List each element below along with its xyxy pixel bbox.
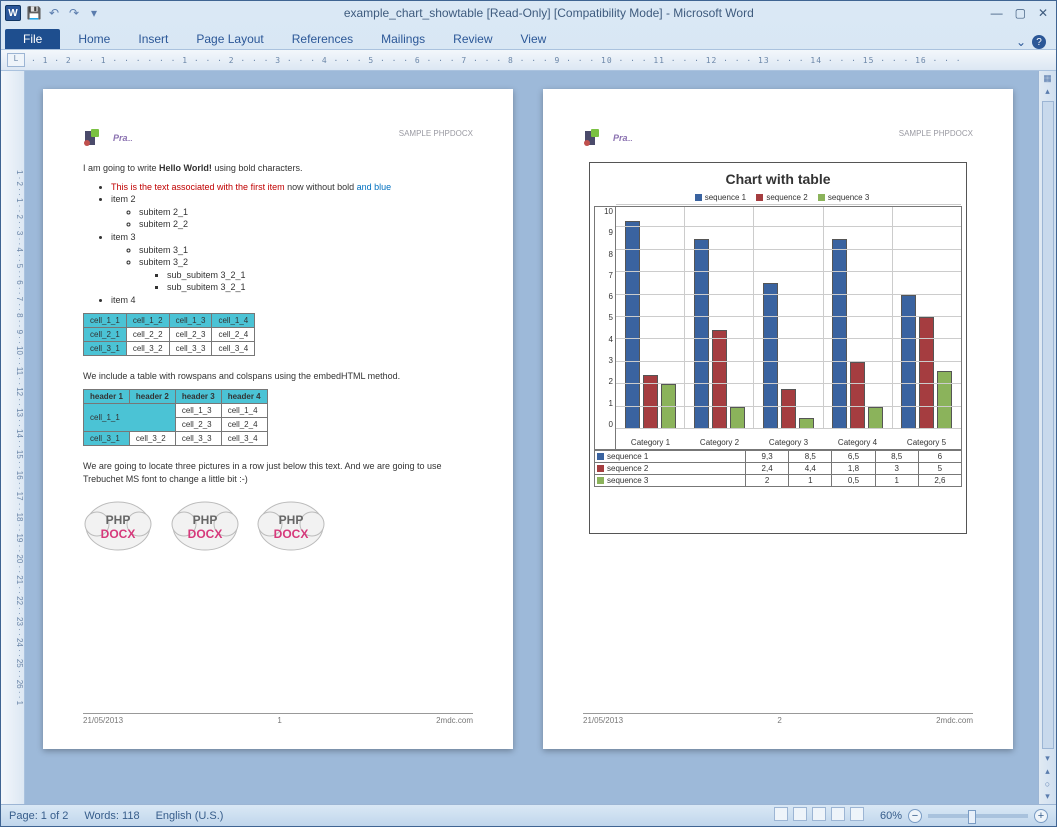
- chart: Chart with table sequence 1 sequence 2 s…: [589, 162, 967, 534]
- help-icon[interactable]: ?: [1032, 35, 1046, 49]
- scrollbar-thumb[interactable]: [1042, 101, 1054, 749]
- page-footer: 21/05/201312mdc.com: [83, 713, 473, 725]
- page-header: Pra... SAMPLE PHPDOCX: [583, 129, 973, 148]
- document-area: 1 · 2 · · 1 · · 2 · · 3 · · 4 · · 5 · · …: [1, 71, 1056, 804]
- status-language[interactable]: English (U.S.): [156, 810, 224, 822]
- app-window: W 💾 ↶ ↷ ▾ example_chart_showtable [Read-…: [0, 0, 1057, 827]
- zoom-out-icon[interactable]: −: [908, 809, 922, 823]
- tab-review[interactable]: Review: [443, 29, 502, 49]
- table-2: header 1header 2header 3header 4 cell_1_…: [83, 389, 268, 447]
- header-logo: Pra...: [83, 129, 133, 147]
- status-bar: Page: 1 of 2 Words: 118 English (U.S.) 6…: [1, 804, 1056, 826]
- table-1: cell_1_1cell_1_2cell_1_3cell_1_4 cell_2_…: [83, 313, 255, 357]
- tab-selector-icon[interactable]: L: [7, 53, 25, 67]
- intro-paragraph: I am going to write Hello World! using b…: [83, 162, 473, 175]
- svg-text:DOCX: DOCX: [187, 527, 222, 541]
- window-title: example_chart_showtable [Read-Only] [Com…: [107, 6, 991, 20]
- undo-icon[interactable]: ↶: [47, 6, 61, 20]
- list-item: item 3 subitem 3_1subitem 3_2 sub_subite…: [111, 231, 473, 294]
- redo-icon[interactable]: ↷: [67, 6, 81, 20]
- list-item: This is the text associated with the fir…: [111, 181, 473, 194]
- svg-text:DOCX: DOCX: [101, 527, 136, 541]
- status-page[interactable]: Page: 1 of 2: [9, 810, 68, 822]
- print-layout-view-icon[interactable]: [774, 807, 788, 821]
- header-sample-text: SAMPLE PHPDOCX: [899, 129, 973, 147]
- tab-insert[interactable]: Insert: [128, 29, 178, 49]
- zoom-slider[interactable]: [928, 814, 1028, 818]
- browse-object-icon[interactable]: ○: [1045, 779, 1050, 789]
- page-2: Pra... SAMPLE PHPDOCX Chart with table s…: [543, 89, 1013, 749]
- ruler-ticks: · 1 · 2 · · 1 · · · · · · 1 · · · 2 · · …: [31, 56, 1056, 65]
- status-words[interactable]: Words: 118: [84, 810, 139, 822]
- outline-view-icon[interactable]: [831, 807, 845, 821]
- zoom-in-icon[interactable]: +: [1034, 809, 1048, 823]
- titlebar: W 💾 ↶ ↷ ▾ example_chart_showtable [Read-…: [1, 1, 1056, 25]
- svg-text:PHP: PHP: [279, 513, 304, 527]
- word-app-icon: W: [5, 5, 21, 21]
- chart-legend: sequence 1 sequence 2 sequence 3: [594, 193, 962, 202]
- tab-view[interactable]: View: [511, 29, 557, 49]
- fullscreen-reading-view-icon[interactable]: [793, 807, 807, 821]
- tab-mailings[interactable]: Mailings: [371, 29, 435, 49]
- chart-data-table: sequence 1 9,38,56,58,56 sequence 2 2,44…: [594, 450, 962, 487]
- minimize-ribbon-icon[interactable]: ⌄: [1016, 35, 1026, 49]
- phpdocx-logo-icon: PHPDOCX: [83, 496, 153, 556]
- elephant-row: PHPDOCX PHPDOCX PHPDOCX: [83, 496, 473, 560]
- qat-dropdown-icon[interactable]: ▾: [87, 6, 101, 20]
- view-buttons: [772, 807, 864, 824]
- list-item: item 2 subitem 2_1subitem 2_2: [111, 193, 473, 231]
- phpdocx-logo-icon: PHPDOCX: [170, 496, 240, 556]
- draft-view-icon[interactable]: [850, 807, 864, 821]
- svg-text:PHP: PHP: [192, 513, 217, 527]
- chart-title: Chart with table: [594, 171, 962, 187]
- svg-text:PHP: PHP: [106, 513, 131, 527]
- minimize-icon[interactable]: —: [991, 6, 1003, 20]
- tab-page-layout[interactable]: Page Layout: [186, 29, 273, 49]
- scroll-down-icon[interactable]: ▾: [1045, 753, 1050, 764]
- header-sample-text: SAMPLE PHPDOCX: [399, 129, 473, 147]
- vertical-ruler: 1 · 2 · · 1 · · 2 · · 3 · · 4 · · 5 · · …: [1, 71, 25, 804]
- phpdocx-logo-icon: PHPDOCX: [256, 496, 326, 556]
- chart-plot: 109876543210 Category 1Category 2Categor…: [594, 206, 962, 450]
- horizontal-ruler: L · 1 · 2 · · 1 · · · · · · 1 · · · 2 · …: [1, 49, 1056, 71]
- maximize-icon[interactable]: ▢: [1015, 6, 1026, 20]
- file-tab[interactable]: File: [5, 29, 60, 49]
- ruler-toggle-icon[interactable]: ▦: [1043, 73, 1052, 84]
- web-layout-view-icon[interactable]: [812, 807, 826, 821]
- pages-container[interactable]: Pra... SAMPLE PHPDOCX I am going to writ…: [25, 71, 1038, 804]
- zoom-controls: 60% − +: [880, 809, 1048, 823]
- prev-page-icon[interactable]: ▴: [1045, 766, 1050, 777]
- vertical-scrollbar[interactable]: ▦ ▴ ▾ ▴ ○ ▾: [1038, 71, 1056, 804]
- header-logo: Pra...: [583, 129, 633, 147]
- page-footer: 21/05/201322mdc.com: [583, 713, 973, 725]
- embed-text: We include a table with rowspans and col…: [83, 370, 473, 383]
- zoom-level[interactable]: 60%: [880, 810, 902, 822]
- page-1: Pra... SAMPLE PHPDOCX I am going to writ…: [43, 89, 513, 749]
- svg-text:DOCX: DOCX: [274, 527, 309, 541]
- page-header: Pra... SAMPLE PHPDOCX: [83, 129, 473, 148]
- tab-home[interactable]: Home: [68, 29, 120, 49]
- tab-references[interactable]: References: [282, 29, 363, 49]
- save-icon[interactable]: 💾: [27, 6, 41, 20]
- ribbon-tabs: File Home Insert Page Layout References …: [1, 25, 1056, 49]
- scroll-up-icon[interactable]: ▴: [1045, 86, 1050, 97]
- close-icon[interactable]: ✕: [1038, 6, 1048, 20]
- list-item: item 4: [111, 294, 473, 307]
- quick-access-toolbar: 💾 ↶ ↷ ▾: [27, 6, 101, 20]
- next-page-icon[interactable]: ▾: [1045, 791, 1050, 802]
- pictures-text: We are going to locate three pictures in…: [83, 460, 473, 485]
